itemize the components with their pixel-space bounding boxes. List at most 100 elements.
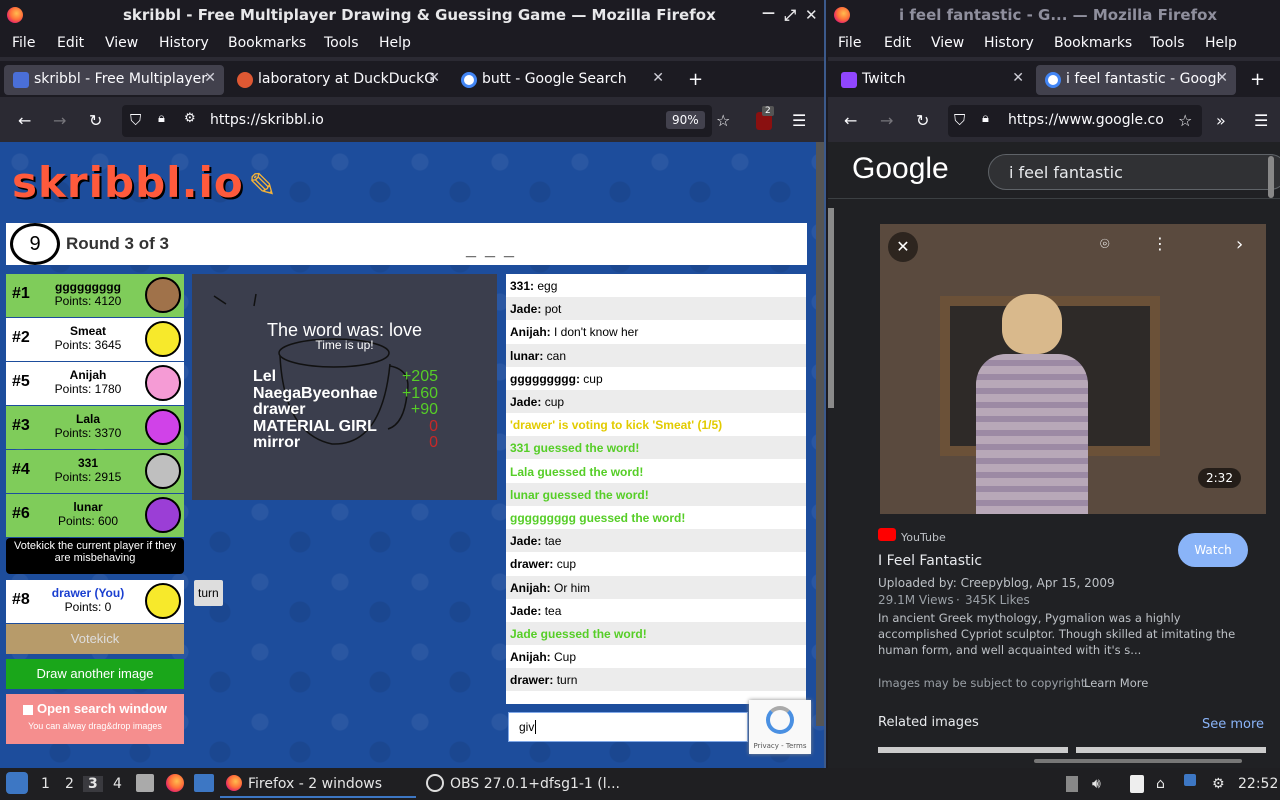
bookmark-star-icon[interactable]: ☆ — [1178, 111, 1192, 130]
new-tab-icon[interactable]: + — [1250, 69, 1265, 90]
menu-tools[interactable]: Tools — [1150, 35, 1185, 51]
firefox-task[interactable]: Firefox - 2 windows — [220, 768, 416, 798]
hamburger-menu-icon[interactable]: ☰ — [792, 111, 806, 130]
player-row[interactable]: #6 lunar Points: 600 — [6, 494, 184, 537]
close-icon[interactable]: ✕ — [805, 6, 818, 24]
lock-icon[interactable]: 🔒︎ — [982, 111, 989, 126]
hamburger-menu-icon[interactable]: ☰ — [1254, 111, 1268, 130]
close-tab-icon[interactable]: ✕ — [204, 70, 216, 86]
player-row[interactable]: #3 Lala Points: 3370 — [6, 406, 184, 449]
start-menu-icon[interactable] — [6, 772, 28, 794]
permissions-icon[interactable]: ⚙ — [184, 111, 196, 126]
chat-input[interactable]: giv — [508, 712, 748, 742]
workspace-1[interactable]: 1 — [41, 776, 50, 792]
bookmark-star-icon[interactable]: ☆ — [716, 111, 730, 130]
see-more-link[interactable]: See more — [1202, 717, 1264, 732]
new-tab-icon[interactable]: + — [688, 69, 703, 90]
source-label[interactable]: YouTube — [901, 531, 946, 544]
maximize-icon[interactable]: ⤢ — [784, 6, 796, 24]
url-bar[interactable]: ⛉ 🔒︎ https://www.google.co — [948, 105, 1202, 137]
open-search-checkbox[interactable] — [22, 704, 33, 715]
google-logo[interactable]: Google — [852, 152, 949, 186]
url-text[interactable]: https://skribbl.io — [210, 112, 324, 128]
menu-history[interactable]: History — [984, 35, 1034, 51]
recaptcha-links[interactable]: Privacy - Terms — [754, 742, 807, 750]
votekick-button[interactable]: Votekick — [6, 624, 184, 654]
result-name: drawer — [253, 401, 306, 418]
menu-help[interactable]: Help — [1205, 35, 1237, 51]
horizontal-scrollbar[interactable] — [1034, 759, 1242, 763]
overflow-chevron-icon[interactable]: » — [1216, 111, 1226, 130]
open-search-label[interactable]: Open search window — [37, 701, 167, 716]
update-icon[interactable] — [1184, 774, 1196, 786]
menu-view[interactable]: View — [105, 35, 138, 51]
tab-twitch[interactable]: Twitch ✕ — [832, 65, 1032, 95]
forward-icon[interactable]: → — [880, 111, 893, 130]
player-row[interactable]: #2 Smeat Points: 3645 — [6, 318, 184, 361]
network-icon[interactable]: ⌂ — [1156, 776, 1165, 792]
close-preview-icon[interactable]: ✕ — [888, 232, 918, 262]
desktop-icon[interactable] — [194, 774, 214, 792]
page-scrollbar[interactable] — [816, 142, 824, 726]
menu-file[interactable]: File — [838, 35, 861, 51]
close-tab-icon[interactable]: ✕ — [428, 70, 440, 86]
back-icon[interactable]: ← — [18, 111, 31, 130]
player-row[interactable]: #4 331 Points: 2915 — [6, 450, 184, 493]
more-options-icon[interactable]: ⋮ — [1152, 234, 1168, 253]
menu-tools[interactable]: Tools — [324, 35, 359, 51]
tab-google-feel-fantastic[interactable]: i feel fantastic - Googl ✕ — [1036, 65, 1236, 95]
tab-skribbl[interactable]: skribbl - Free Multiplayer ✕ — [4, 65, 224, 95]
lock-icon[interactable]: 🔒︎ — [158, 111, 165, 126]
video-preview[interactable]: ✕ ⌾ ⋮ › 2:32 — [880, 224, 1266, 514]
player-row[interactable]: #5 Anijah Points: 1780 — [6, 362, 184, 405]
menu-edit[interactable]: Edit — [57, 35, 84, 51]
workspace-3[interactable]: 3 — [83, 776, 103, 792]
close-tab-icon[interactable]: ✕ — [1012, 70, 1024, 86]
page-scrollbar[interactable] — [1268, 156, 1274, 198]
menu-history[interactable]: History — [159, 35, 209, 51]
menu-bookmarks[interactable]: Bookmarks — [228, 35, 306, 51]
drawing-canvas[interactable]: The word was: love Time is up! Lel +205 Na… — [192, 274, 497, 500]
obs-task[interactable]: OBS 27.0.1+dfsg1-1 (l... — [424, 768, 620, 798]
learn-more-link[interactable]: Learn More — [1084, 676, 1148, 690]
close-tab-icon[interactable]: ✕ — [652, 70, 664, 86]
url-text[interactable]: https://www.google.co — [1008, 112, 1164, 128]
shield-icon[interactable]: ⛉ — [130, 111, 141, 129]
minimize-icon[interactable]: — — [762, 6, 775, 21]
menu-edit[interactable]: Edit — [884, 35, 911, 51]
menu-bookmarks[interactable]: Bookmarks — [1054, 35, 1132, 51]
workspace-4[interactable]: 4 — [113, 776, 122, 792]
volume-icon[interactable]: 🔊︎ — [1092, 776, 1101, 792]
watch-button[interactable]: Watch — [1178, 533, 1248, 567]
player-row[interactable]: #8 drawer (You) Points: 0 — [6, 580, 184, 623]
tab-google-butt[interactable]: butt - Google Search ✕ — [452, 65, 672, 95]
menu-file[interactable]: File — [12, 35, 35, 51]
firefox-launcher-icon[interactable] — [166, 774, 184, 792]
forward-icon[interactable]: → — [53, 111, 66, 130]
player-avatar-icon — [145, 321, 181, 357]
reload-icon[interactable]: ↻ — [916, 111, 929, 130]
search-box[interactable]: i feel fantastic — [988, 154, 1280, 190]
tab-duckduckgo[interactable]: laboratory at DuckDuckG ✕ — [228, 65, 448, 95]
url-bar[interactable]: ⛉ 🔒︎ ⚙ https://skribbl.io 90% — [122, 105, 712, 137]
workspace-2[interactable]: 2 — [65, 776, 74, 792]
reload-icon[interactable]: ↻ — [89, 111, 102, 130]
close-tab-icon[interactable]: ✕ — [1216, 70, 1228, 86]
settings-icon[interactable]: ⚙ — [1212, 776, 1225, 792]
zoom-badge[interactable]: 90% — [666, 111, 705, 129]
player-row[interactable]: #1 ggggggggg Points: 4120 — [6, 274, 184, 317]
next-image-icon[interactable]: › — [1236, 234, 1243, 255]
related-thumb[interactable] — [1076, 747, 1266, 753]
back-icon[interactable]: ← — [844, 111, 857, 130]
shield-icon[interactable]: ⛉ — [954, 111, 965, 129]
result-title[interactable]: I Feel Fantastic — [878, 553, 982, 569]
draw-another-button[interactable]: Draw another image — [6, 659, 184, 689]
trash-icon[interactable] — [1066, 776, 1078, 792]
menu-help[interactable]: Help — [379, 35, 411, 51]
menu-view[interactable]: View — [931, 35, 964, 51]
file-manager-icon[interactable] — [136, 774, 154, 792]
search-query[interactable]: i feel fantastic — [1009, 163, 1123, 182]
clipboard-icon[interactable] — [1130, 775, 1144, 793]
lens-icon[interactable]: ⌾ — [1100, 234, 1110, 254]
related-thumb[interactable] — [878, 747, 1068, 753]
